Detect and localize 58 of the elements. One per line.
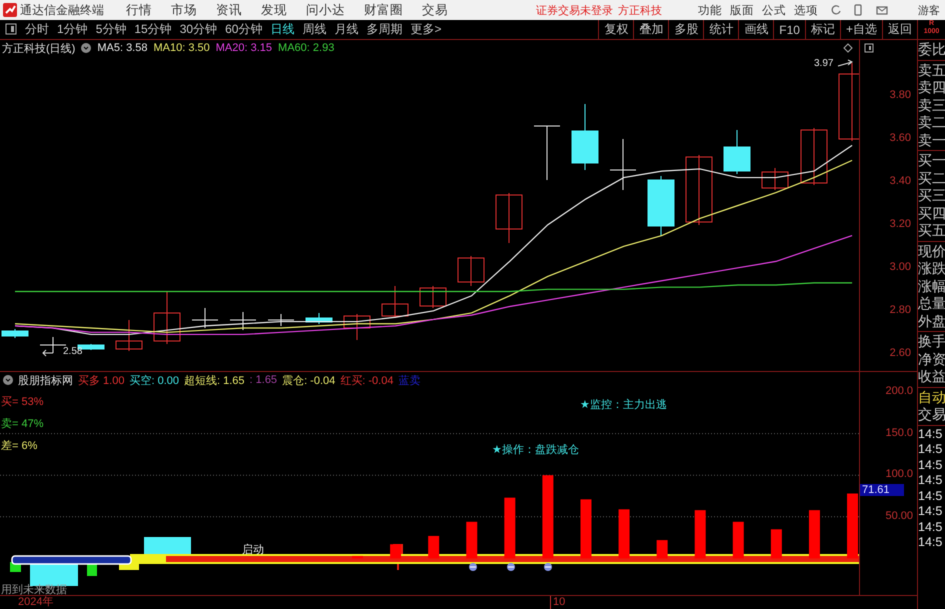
indicator-value: 买空: 0.00 bbox=[129, 374, 179, 388]
current-value-label: 71.61 bbox=[860, 484, 904, 496]
trade-time: 14:5 bbox=[918, 488, 944, 504]
signal-label: 启动 bbox=[242, 542, 264, 557]
indicator-axis-label: 150.0 bbox=[885, 426, 913, 439]
quote-field-label: 委比 bbox=[918, 41, 945, 58]
indicator-value: 震仓: -0.04 bbox=[282, 374, 336, 388]
indicator-title: 股朋指标网 bbox=[18, 374, 73, 388]
app-title: 通达信金融终端 bbox=[20, 2, 104, 18]
quote-field-label: 卖三 bbox=[918, 96, 945, 114]
ma-value: MA5: 3.58 bbox=[97, 42, 148, 54]
high-price-label: 3.97 bbox=[814, 58, 834, 69]
warning-note: 用到未来数据 bbox=[1, 583, 67, 596]
ma-value: MA20: 3.15 bbox=[216, 42, 272, 54]
quote-field-label: 买二 bbox=[918, 170, 945, 187]
price-axis-label: 2.60 bbox=[890, 346, 911, 359]
trade-time: 14:5 bbox=[918, 458, 944, 473]
quote-field-label: 卖一 bbox=[918, 132, 945, 149]
indicator-axis-label: 200.0 bbox=[885, 385, 913, 397]
indicator-axis-label: 100.0 bbox=[885, 468, 913, 480]
indicator-value: 超短线: 1.65 bbox=[184, 374, 245, 388]
indicator-value: 蓝卖 bbox=[398, 374, 420, 388]
signal-text: ★监控：主力出逃 bbox=[580, 398, 667, 412]
quote-field-label: 买四 bbox=[918, 204, 945, 222]
trade-time: 14:5 bbox=[918, 442, 944, 458]
low-price-label: 2.58 bbox=[63, 346, 82, 357]
price-axis-label: 3.20 bbox=[890, 218, 911, 230]
price-axis-label: 3.00 bbox=[890, 260, 911, 273]
trade-time: 14:5 bbox=[918, 535, 944, 550]
date-axis-label: 10 bbox=[550, 596, 566, 609]
indicator-value: 买多 1.00 bbox=[78, 374, 124, 388]
price-axis-label: 2.80 bbox=[890, 304, 911, 316]
date-axis-label: 2024年 bbox=[17, 596, 54, 609]
indicator-axis-label: 50.00 bbox=[885, 510, 913, 522]
quote-field-label: 卖四 bbox=[918, 79, 945, 96]
ratio-text: 卖= 47% bbox=[1, 417, 44, 431]
trade-label: 交易 bbox=[918, 406, 945, 424]
price-axis-label: 3.60 bbox=[890, 132, 911, 144]
ma-value: MA60: 2.93 bbox=[278, 42, 334, 54]
chart-title: 方正科技(日线) bbox=[2, 42, 76, 56]
indicator-value: : 1.65 bbox=[250, 374, 278, 386]
trade-time: 14:5 bbox=[918, 504, 944, 520]
ratio-text: 差= 6% bbox=[1, 439, 38, 453]
quote-field-label: 卖二 bbox=[918, 114, 945, 132]
trade-time: 14:5 bbox=[918, 520, 944, 535]
indicator-value: 红买: -0.04 bbox=[340, 374, 394, 388]
quote-field-label: 买三 bbox=[918, 187, 945, 204]
quote-field-label: 净资 bbox=[918, 350, 945, 368]
price-axis-label: 3.80 bbox=[890, 88, 911, 101]
quote-field-label: 涨幅 bbox=[918, 278, 945, 295]
signal-text: ★操作：盘跌减仓 bbox=[492, 443, 579, 457]
trade-time: 14:5 bbox=[918, 426, 944, 442]
ma-value: MA10: 3.50 bbox=[153, 42, 210, 54]
ratio-text: 买= 53% bbox=[1, 395, 44, 409]
price-axis-label: 3.40 bbox=[890, 174, 911, 187]
quote-field-label: 买一 bbox=[918, 152, 945, 170]
stock-name: 方正科技 bbox=[618, 4, 662, 18]
trade-time: 14:5 bbox=[918, 473, 944, 488]
